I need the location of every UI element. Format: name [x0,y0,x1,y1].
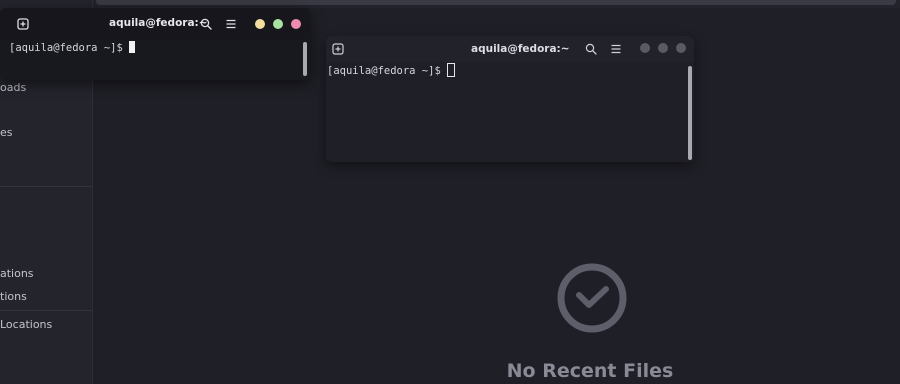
search-icon [200,18,212,30]
hamburger-menu-icon [226,19,236,29]
scrollbar[interactable] [688,66,692,160]
terminal-window-unfocused[interactable]: aquila@fedora:~ [aquila@fedora ~]$ [326,36,694,162]
maximize-button[interactable] [658,43,668,53]
new-tab-button[interactable] [327,38,349,60]
terminal-header[interactable]: aquila@fedora:~ [326,36,694,62]
terminal-title: aquila@fedora:~ [471,43,570,55]
text-cursor [128,41,135,53]
empty-state-message: No Recent Files [506,360,674,382]
search-icon [585,43,597,55]
sidebar-item-partial-4[interactable]: ations [0,267,34,280]
terminal-header[interactable]: aquila@fedora:~ [0,8,310,39]
search-button[interactable] [580,38,602,60]
close-button[interactable] [291,19,301,29]
clock-icon [557,263,627,333]
sidebar-item-downloads[interactable]: oads [0,81,26,94]
terminal-title: aquila@fedora:~ [109,17,208,29]
minimize-button[interactable] [640,43,650,53]
menu-button[interactable] [605,38,627,60]
minimize-button[interactable] [255,19,265,29]
sidebar-divider [0,186,92,187]
sidebar-item-partial-3[interactable]: es [0,126,13,139]
terminal-content[interactable]: [aquila@fedora ~]$ [0,39,310,80]
sidebar-divider [0,310,92,311]
shell-prompt: [aquila@fedora ~]$ [327,65,441,77]
close-button[interactable] [676,43,686,53]
sidebar-item-partial-5[interactable]: tions [0,290,27,303]
terminal-window-focused[interactable]: aquila@fedora:~ [aquila@fedora ~]$ [0,8,310,80]
shell-prompt: [aquila@fedora ~]$ [9,42,123,54]
maximize-button[interactable] [273,19,283,29]
hamburger-menu-icon [611,44,621,54]
path-bar[interactable] [96,0,896,5]
new-tab-icon [332,43,344,55]
menu-button[interactable] [220,13,242,35]
terminal-content[interactable]: [aquila@fedora ~]$ [326,62,694,162]
search-button[interactable] [195,13,217,35]
new-tab-button[interactable] [12,13,34,35]
scrollbar[interactable] [303,42,307,76]
sidebar-item-other-locations[interactable]: Locations [0,318,52,331]
text-cursor [446,63,455,77]
new-tab-icon [17,18,29,30]
